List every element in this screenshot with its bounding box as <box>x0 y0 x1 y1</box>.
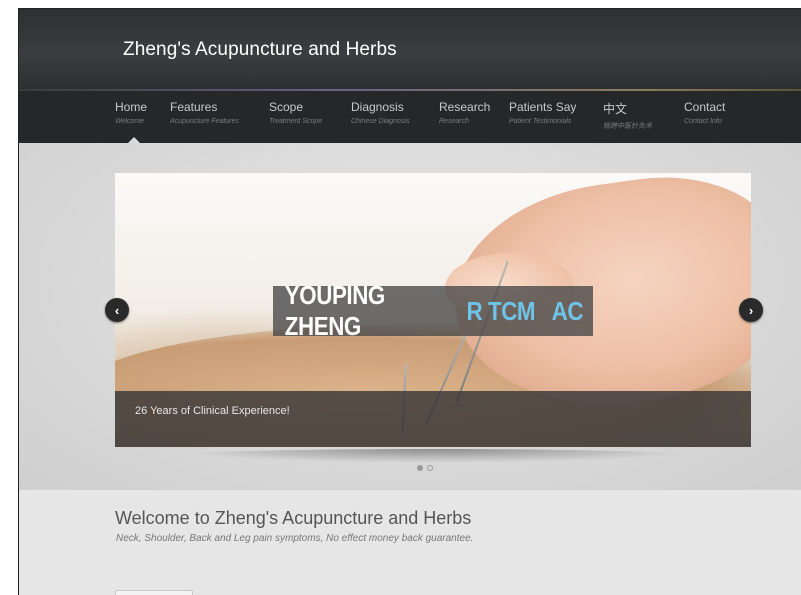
nav-item-subtitle: Research <box>439 118 469 125</box>
nav-item-subtitle: Patient Testimonials <box>509 118 572 125</box>
nav-item-subtitle: Welcome <box>115 118 145 125</box>
slide-caption-bar: 26 Years of Clinical Experience! <box>115 391 751 447</box>
nav-item-features[interactable]: Features Acupuncture Features <box>170 100 239 125</box>
hero-slide[interactable]: YOUPING ZHENG R TCM AC 26 Years of Clini… <box>115 173 751 447</box>
content-button[interactable] <box>115 590 193 595</box>
slide-caption: 26 Years of Clinical Experience! <box>135 405 290 417</box>
banner-name: YOUPING ZHENG <box>284 280 386 341</box>
slider-prev-button[interactable]: ‹ <box>105 298 129 322</box>
nav-item-label: Home <box>115 100 148 114</box>
slider-dot[interactable] <box>427 465 433 471</box>
slider-dot[interactable] <box>417 465 423 471</box>
nav-item-subtitle: Treatment Scope <box>269 118 323 125</box>
chevron-right-icon: › <box>748 302 754 318</box>
nav-item-label: Scope <box>269 100 304 114</box>
nav-item-contact[interactable]: Contact Contact Info <box>684 100 725 125</box>
nav-item-subtitle: Contact Info <box>684 118 722 125</box>
welcome-section: Welcome to Zheng's Acupuncture and Herbs… <box>19 489 801 595</box>
nav-item-subtitle: 锁跨中医针灸术 <box>603 123 652 130</box>
welcome-subtitle: Neck, Shoulder, Back and Leg pain sympto… <box>116 533 474 544</box>
nav-item-patients-say[interactable]: Patients Say Patient Testimonials <box>509 100 576 125</box>
nav-item-home[interactable]: Home Welcome <box>115 100 147 125</box>
nav-item-subtitle: Chinese Diagnosis <box>351 118 410 125</box>
nav-item-label: Contact <box>684 100 726 114</box>
nav-item-subtitle: Acupuncture Features <box>170 118 239 125</box>
nav-item-chinese[interactable]: 中文 锁跨中医针灸术 <box>603 100 652 131</box>
banner-credentials: R TCM AC <box>466 295 584 326</box>
nav-item-label: Patients Say <box>509 100 577 114</box>
site-title[interactable]: Zheng's Acupuncture and Herbs <box>123 39 397 61</box>
slide-shadow <box>169 449 699 463</box>
nav-item-label: Diagnosis <box>351 100 404 114</box>
nav-item-label: Features <box>170 100 218 114</box>
nav-item-diagnosis[interactable]: Diagnosis Chinese Diagnosis <box>351 100 409 125</box>
welcome-title: Welcome to Zheng's Acupuncture and Herbs <box>115 508 472 528</box>
slider-next-button[interactable]: › <box>739 298 763 322</box>
nav-item-scope[interactable]: Scope Treatment Scope <box>269 100 322 125</box>
slider-pagination <box>417 465 433 471</box>
chevron-left-icon: ‹ <box>114 302 120 318</box>
browser-page: Zheng's Acupuncture and Herbs Home Welco… <box>18 8 801 595</box>
nav-item-label: 中文 <box>603 102 628 116</box>
site-header: Zheng's Acupuncture and Herbs <box>19 9 801 91</box>
nav-item-label: Research <box>439 100 491 114</box>
nav-item-research[interactable]: Research Research <box>439 100 490 125</box>
slide-banner: YOUPING ZHENG R TCM AC <box>273 280 593 341</box>
